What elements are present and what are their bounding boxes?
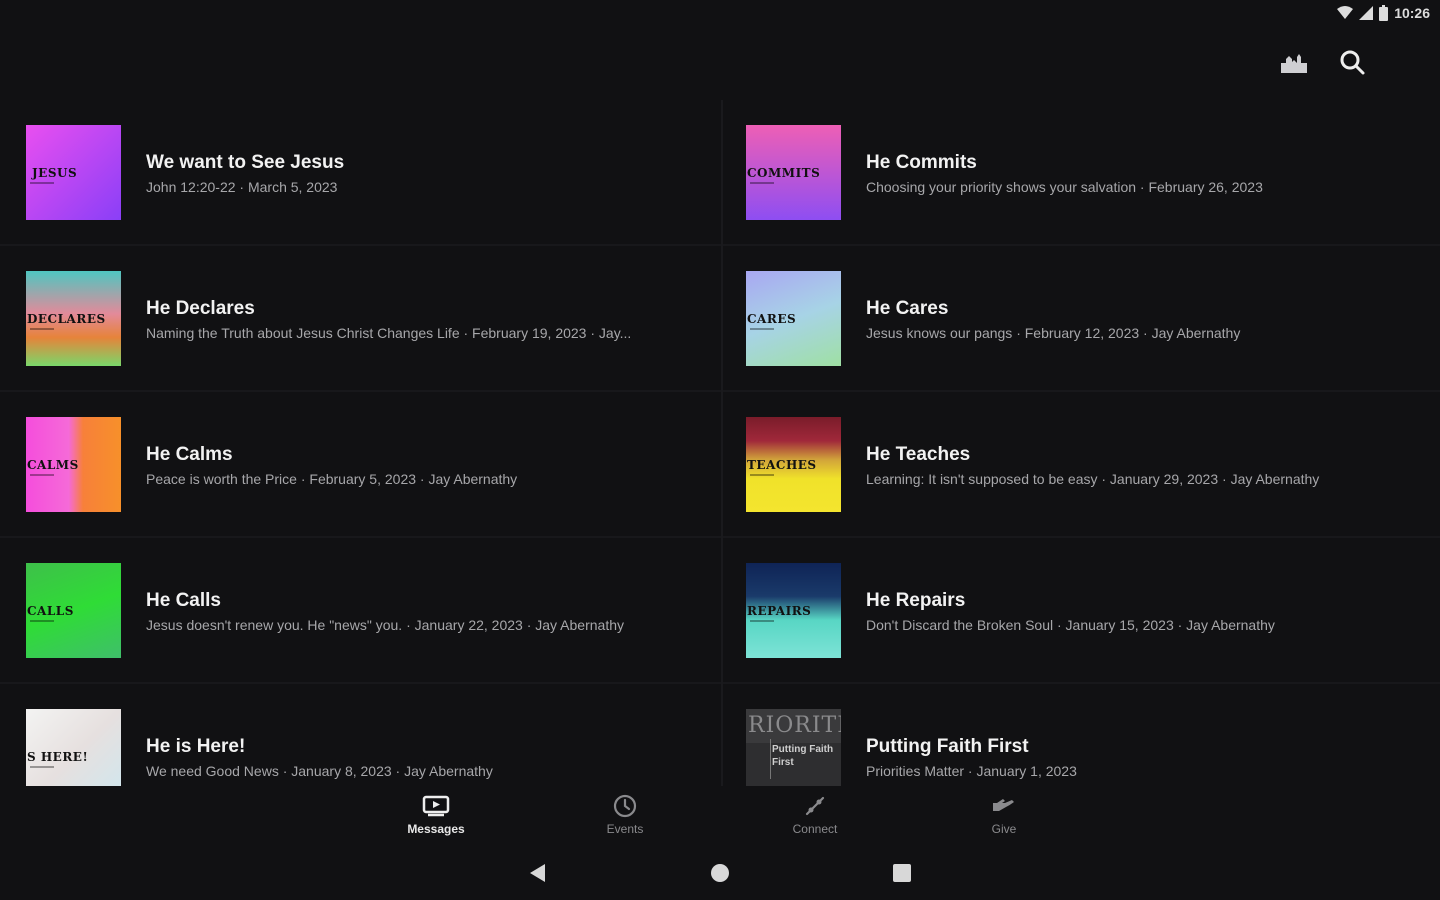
- message-title: He Commits: [866, 152, 977, 173]
- nav-events[interactable]: Events: [565, 792, 685, 836]
- message-item[interactable]: RIORITIE Putting Faith First Putting Fai…: [720, 684, 1440, 786]
- thumbnail-sub-mark: [30, 766, 54, 768]
- message-title: He Cares: [866, 298, 949, 319]
- thumbnail-caption: Putting Faith First: [772, 744, 834, 768]
- status-icons: 10:26: [1337, 5, 1430, 21]
- thumbnail-divider: [770, 739, 771, 779]
- thumbnail-sub-mark: [30, 328, 54, 330]
- message-thumbnail: S HERE!: [26, 709, 121, 786]
- thumbnail-sub-mark: [750, 620, 774, 622]
- thumbnail-word: CALMS: [27, 457, 79, 472]
- thumbnail-word: TEACHES: [747, 457, 817, 472]
- thumbnail-sub-mark: [30, 474, 54, 476]
- top-toolbar: [1276, 44, 1370, 80]
- status-bar: 10:26: [0, 0, 1440, 30]
- message-item[interactable]: CALLS He Calls Jesus doesn't renew you. …: [0, 538, 720, 684]
- tv-icon: [376, 792, 496, 820]
- message-title: He is Here!: [146, 736, 246, 757]
- message-thumbnail: JESUS: [26, 125, 121, 220]
- thumbnail-word: COMMITS: [747, 165, 821, 180]
- message-title: He Repairs: [866, 590, 966, 611]
- message-subtitle: Peace is worth the Price · February 5, 2…: [146, 471, 518, 487]
- thumbnail-sub-mark: [750, 328, 774, 330]
- message-subtitle: Jesus doesn't renew you. He "news" you. …: [146, 617, 624, 633]
- nav-messages[interactable]: Messages: [376, 792, 496, 836]
- nav-give[interactable]: Give: [944, 792, 1064, 836]
- message-thumbnail: CARES: [746, 271, 841, 366]
- thumbnail-word: REPAIRS: [747, 603, 812, 618]
- connect-icon: [755, 792, 875, 820]
- message-item[interactable]: CALMS He Calms Peace is worth the Price …: [0, 392, 720, 538]
- message-thumbnail: REPAIRS: [746, 563, 841, 658]
- nav-label: Give: [991, 822, 1017, 836]
- message-subtitle: Don't Discard the Broken Soul · January …: [866, 617, 1275, 633]
- column-divider: [721, 100, 723, 786]
- nav-label: Connect: [792, 822, 838, 836]
- home-icon[interactable]: [710, 862, 730, 889]
- status-time: 10:26: [1394, 5, 1430, 21]
- bottom-navigation: Messages Events Connect Give: [0, 786, 1440, 842]
- nav-label: Events: [606, 822, 644, 836]
- give-hand-icon: [944, 792, 1064, 820]
- message-thumbnail: CALMS: [26, 417, 121, 512]
- message-title: He Calls: [146, 590, 221, 611]
- message-thumbnail: CALLS: [26, 563, 121, 658]
- system-navigation-bar: [0, 846, 1440, 900]
- message-item[interactable]: TEACHES He Teaches Learning: It isn't su…: [720, 392, 1440, 538]
- message-subtitle: We need Good News · January 8, 2023 · Ja…: [146, 763, 493, 779]
- thumbnail-sub-mark: [750, 182, 774, 184]
- message-item[interactable]: CARES He Cares Jesus knows our pangs · F…: [720, 246, 1440, 392]
- cell-signal-icon: [1359, 6, 1374, 20]
- message-subtitle: Priorities Matter · January 1, 2023: [866, 763, 1077, 779]
- message-subtitle: John 12:20-22 · March 5, 2023: [146, 179, 338, 195]
- message-item[interactable]: DECLARES He Declares Naming the Truth ab…: [0, 246, 720, 392]
- message-title: He Calms: [146, 444, 233, 465]
- battery-icon: [1379, 5, 1389, 21]
- thumbnail-sub-mark: [750, 474, 774, 476]
- message-thumbnail: COMMITS: [746, 125, 841, 220]
- message-subtitle: Learning: It isn't supposed to be easy ·…: [866, 471, 1320, 487]
- message-subtitle: Naming the Truth about Jesus Christ Chan…: [146, 325, 632, 341]
- recents-icon[interactable]: [892, 862, 912, 889]
- message-thumbnail: DECLARES: [26, 271, 121, 366]
- thumbnail-sub-mark: [30, 620, 54, 622]
- thumbnail-word: RIORITIE: [746, 709, 841, 743]
- message-thumbnail: TEACHES: [746, 417, 841, 512]
- message-item[interactable]: COMMITS He Commits Choosing your priorit…: [720, 100, 1440, 246]
- message-thumbnail: RIORITIE Putting Faith First: [746, 709, 841, 786]
- messages-grid: JESUS We want to See Jesus John 12:20-22…: [0, 100, 1440, 786]
- thumbnail-word: DECLARES: [27, 311, 106, 326]
- back-icon[interactable]: [527, 862, 547, 889]
- thumbnail-word: CARES: [747, 311, 797, 326]
- message-item[interactable]: REPAIRS He Repairs Don't Discard the Bro…: [720, 538, 1440, 684]
- wifi-icon: [1337, 6, 1354, 19]
- thumbnail-sub-mark: [30, 182, 54, 184]
- nav-connect[interactable]: Connect: [755, 792, 875, 836]
- search-icon[interactable]: [1334, 44, 1370, 80]
- thumbnail-word: JESUS: [32, 165, 78, 180]
- nav-label: Messages: [407, 822, 465, 836]
- message-item[interactable]: S HERE! He is Here! We need Good News · …: [0, 684, 720, 786]
- message-subtitle: Choosing your priority shows your salvat…: [866, 179, 1263, 195]
- church-icon[interactable]: [1276, 44, 1312, 80]
- clock-icon: [565, 792, 685, 820]
- message-title: He Teaches: [866, 444, 971, 465]
- message-title: We want to See Jesus: [146, 152, 345, 173]
- message-subtitle: Jesus knows our pangs · February 12, 202…: [866, 325, 1241, 341]
- thumbnail-word: CALLS: [27, 603, 74, 618]
- thumbnail-word: S HERE!: [27, 749, 89, 764]
- message-title: He Declares: [146, 298, 255, 319]
- message-item[interactable]: JESUS We want to See Jesus John 12:20-22…: [0, 100, 720, 246]
- message-title: Putting Faith First: [866, 736, 1029, 757]
